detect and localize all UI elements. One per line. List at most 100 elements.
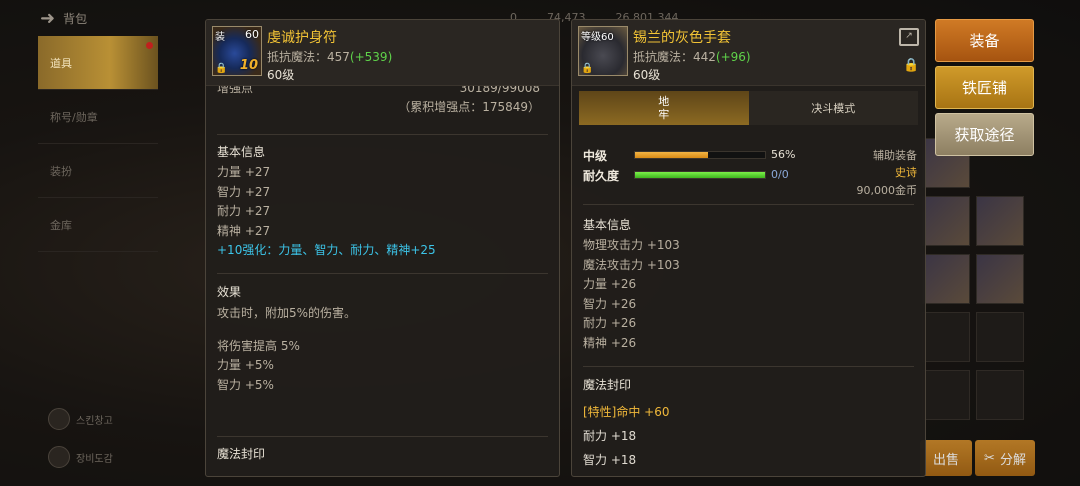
amulet-icon: 装 60 🔒 10 — [212, 26, 262, 76]
skin-storage-icon — [48, 408, 70, 430]
durability-bar-fill — [635, 172, 765, 178]
equip-button[interactable]: 装备 — [935, 19, 1034, 62]
accum-points: （累积增强点：175849） — [398, 100, 540, 114]
basic-info-section: 基本信息 力量 +27 智力 +27 耐力 +27 精神 +27 +10强化：力… — [217, 143, 548, 261]
seal-line: 智力 +18 — [583, 453, 637, 467]
seal-section: 魔法封印 [特性]命中 +60 耐力 +18 智力 +18 — [583, 376, 914, 472]
share-icon[interactable]: ↗ — [899, 28, 919, 46]
item-rarity: 史诗 — [895, 166, 917, 179]
effect-line: 力量 +5% — [217, 358, 274, 373]
stat-line: 魔法攻击力 +103 — [583, 257, 680, 272]
disassemble-button[interactable]: ✂ 分解 — [975, 440, 1035, 476]
resist-label: 抵抗魔法： — [267, 50, 328, 64]
inventory-slot[interactable] — [922, 370, 970, 420]
back-arrow-icon[interactable]: ➜ — [40, 8, 55, 29]
sidebar-item-label: 装扮 — [50, 164, 72, 178]
disassemble-icon: ✂ — [984, 450, 995, 466]
divider — [583, 204, 914, 205]
section-title: 魔法封印 — [217, 447, 266, 461]
tooltip-header: 装 60 🔒 10 虔诚护身符 抵抗魔法：457(+539) 60级 — [206, 20, 559, 86]
inventory-slot[interactable] — [976, 312, 1024, 362]
section-title: 基本信息 — [217, 145, 266, 159]
grade-bar-fill — [635, 152, 708, 158]
notification-dot — [146, 42, 153, 49]
stat-line: 智力 +26 — [583, 296, 637, 311]
effect-line: 智力 +5% — [217, 377, 274, 392]
sell-button[interactable]: 出售 — [920, 440, 972, 476]
divider — [217, 134, 548, 135]
glove-icon: 等级60 🔒 — [578, 26, 628, 76]
padlock-icon[interactable]: 🔒 — [903, 58, 919, 73]
item-price: 90,000金币 — [856, 184, 918, 197]
sidebar-item-titles[interactable]: 称号/勋章 — [38, 90, 158, 144]
icon-level: 60 — [245, 28, 259, 41]
resist-stat: 抵抗魔法：457(+539) — [267, 48, 392, 65]
equipped-item-tooltip: 装 60 🔒 10 虔诚护身符 抵抗魔法：457(+539) 60级 增强点 3… — [205, 19, 560, 477]
acquire-route-button[interactable]: 获取途径 — [935, 113, 1034, 156]
enhance-bonus-line: +10强化：力量、智力、耐力、精神+25 — [217, 243, 436, 258]
durability-label: 耐久度 — [583, 169, 620, 183]
equipped-tag: 装 — [215, 32, 225, 43]
inventory-slot[interactable] — [976, 254, 1024, 304]
item-type: 辅助装备 — [873, 149, 917, 162]
section-title: 效果 — [217, 285, 242, 299]
item-level: 60级 — [267, 68, 295, 82]
resist-stat: 抵抗魔法：442(+96) — [633, 48, 751, 65]
resist-value: 457 — [327, 50, 350, 64]
inventory-slot[interactable] — [976, 196, 1024, 246]
blacksmith-button[interactable]: 铁匠铺 — [935, 66, 1034, 109]
divider — [217, 436, 548, 437]
sidebar-item-avatar[interactable]: 装扮 — [38, 144, 158, 198]
enhance-level: 10 — [239, 58, 258, 73]
disassemble-label: 分解 — [999, 452, 1026, 468]
stat-line: 精神 +27 — [217, 223, 271, 238]
tab-dungeon[interactable]: 地牢 — [579, 91, 749, 125]
sidebar-item-label: 称号/勋章 — [50, 110, 98, 124]
back-label[interactable]: 背包 — [63, 10, 87, 27]
inventory-slot[interactable] — [922, 312, 970, 362]
skin-storage-link[interactable]: 스킨창고 — [48, 408, 113, 430]
mode-tabs: 地牢 决斗模式 — [579, 91, 918, 125]
enhance-points: 增强点 30189/99008 （累积增强点：175849） — [217, 86, 548, 124]
divider — [217, 273, 548, 274]
equipment-book-label: 장비도감 — [76, 453, 113, 465]
section-title: 基本信息 — [583, 218, 632, 232]
stat-line: 物理攻击力 +103 — [583, 238, 680, 252]
inventory-slot[interactable] — [922, 254, 970, 304]
resist-value: 442 — [693, 50, 716, 64]
stat-line: 精神 +26 — [583, 335, 637, 350]
seal-line: 耐力 +18 — [583, 429, 637, 443]
top-nav: ➜ 背包 — [40, 6, 87, 30]
tab-duel[interactable]: 决斗模式 — [748, 91, 918, 125]
equipment-book-link[interactable]: 장비도감 — [48, 446, 113, 468]
item-name: 锡兰的灰色手套 — [633, 30, 731, 46]
basic-info-section: 基本信息 物理攻击力 +103 魔法攻击力 +103 力量 +26 智力 +26… — [583, 216, 914, 354]
item-name: 虔诚护身符 — [267, 30, 337, 46]
lock-icon: 🔒 — [581, 63, 594, 74]
sidebar-item-label: 道具 — [50, 56, 72, 70]
sidebar: 道具 称号/勋章 装扮 金库 — [38, 36, 158, 252]
stat-line: 耐力 +27 — [217, 204, 271, 219]
lock-icon: 🔒 — [215, 63, 228, 74]
inventory-slot[interactable] — [976, 370, 1024, 420]
inventory-slot[interactable] — [922, 196, 970, 246]
divider — [583, 366, 914, 367]
durability-bar — [634, 171, 766, 179]
item-level: 60级 — [633, 68, 661, 82]
effect-line: 攻击时，附加5%的伤害。 — [217, 306, 357, 320]
stat-line: 智力 +27 — [217, 184, 271, 199]
stat-line: 力量 +26 — [583, 277, 637, 292]
effect-section: 效果 攻击时，附加5%的伤害。 将伤害提高 5% 力量 +5% 智力 +5% — [217, 283, 548, 395]
resist-bonus: (+96) — [715, 50, 751, 64]
grade-value: 56% — [771, 148, 796, 161]
seal-section: 魔法封印 — [217, 445, 548, 462]
sidebar-item-items[interactable]: 道具 — [38, 36, 158, 90]
sidebar-item-vault[interactable]: 金库 — [38, 198, 158, 252]
resist-bonus: (+539) — [349, 50, 393, 64]
tab-label: 决斗模式 — [811, 102, 856, 115]
grade-bar — [634, 151, 766, 159]
tab-label: 地牢 — [658, 95, 670, 121]
sell-label: 出售 — [932, 452, 959, 468]
durability-value: 0/0 — [771, 168, 789, 181]
tooltip-header: 等级60 🔒 锡兰的灰色手套 抵抗魔法：442(+96) 60级 ↗ 🔒 — [572, 20, 925, 86]
